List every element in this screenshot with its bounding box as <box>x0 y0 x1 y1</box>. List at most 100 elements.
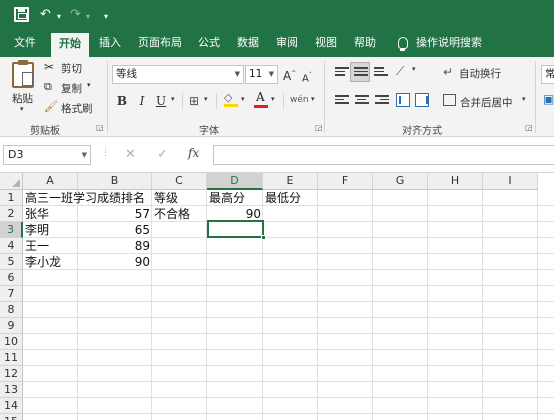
column-header-b[interactable]: B <box>78 173 152 190</box>
row-header-13[interactable]: 13 <box>0 382 23 398</box>
column-header-e[interactable]: E <box>263 173 318 190</box>
font-color-dropdown-icon[interactable]: ▾ <box>271 95 275 103</box>
cell-a3[interactable]: 李明 <box>23 222 51 238</box>
row-header-2[interactable]: 2 <box>0 206 23 222</box>
cell-b4[interactable]: 89 <box>78 238 152 254</box>
alignment-launcher-icon[interactable]: ◲ <box>525 123 533 132</box>
insert-function-icon[interactable]: fx <box>188 146 199 160</box>
tab-view[interactable]: 视图 <box>309 30 343 57</box>
tab-review[interactable]: 审阅 <box>270 30 304 57</box>
align-center-icon[interactable] <box>355 95 369 107</box>
row-header-9[interactable]: 9 <box>0 318 23 334</box>
tab-insert[interactable]: 插入 <box>93 30 127 57</box>
clipboard-launcher-icon[interactable]: ◲ <box>96 123 104 132</box>
grow-font-icon[interactable]: A^ <box>283 66 296 84</box>
drag-handle-icon[interactable]: ⋮ <box>101 148 110 158</box>
spreadsheet-grid[interactable]: ABCDEFGHI 123456789101112131415 高三一班学习成绩… <box>0 173 554 420</box>
fill-handle[interactable] <box>261 235 266 240</box>
merge-center-button[interactable]: 合并后居中 <box>460 95 513 110</box>
cell-b3[interactable]: 65 <box>78 222 152 238</box>
row-header-12[interactable]: 12 <box>0 366 23 382</box>
tab-data[interactable]: 数据 <box>231 30 265 57</box>
copy-dropdown-icon[interactable]: ▾ <box>87 81 91 89</box>
format-painter-icon[interactable]: 🖌 <box>44 99 58 115</box>
wrap-text-button[interactable]: 自动换行 <box>459 66 501 81</box>
decrease-indent-icon[interactable] <box>396 93 410 107</box>
increase-indent-icon[interactable] <box>415 93 429 107</box>
font-launcher-icon[interactable]: ◲ <box>315 123 323 132</box>
column-header-d[interactable]: D <box>207 173 263 190</box>
orientation-icon[interactable]: ⟋ <box>396 63 404 79</box>
row-header-8[interactable]: 8 <box>0 302 23 318</box>
row-header-5[interactable]: 5 <box>0 254 23 270</box>
undo-dropdown-icon[interactable]: ▾ <box>57 7 61 27</box>
column-header-i[interactable]: I <box>483 173 538 190</box>
cell-b5[interactable]: 90 <box>78 254 152 270</box>
font-name-dropdown[interactable]: 等线 ▼ <box>112 65 244 84</box>
phonetic-dropdown-icon[interactable]: ▾ <box>311 95 315 103</box>
fill-color-dropdown-icon[interactable]: ▾ <box>241 95 245 103</box>
enter-icon[interactable]: ✓ <box>157 147 168 162</box>
merge-dropdown-icon[interactable]: ▾ <box>522 95 526 103</box>
borders-icon[interactable]: ⊞ <box>189 93 199 109</box>
column-header-a[interactable]: A <box>23 173 78 190</box>
align-bottom-icon[interactable] <box>374 67 388 79</box>
row-header-14[interactable]: 14 <box>0 398 23 414</box>
row-header-1[interactable]: 1 <box>0 190 23 206</box>
align-top-icon[interactable] <box>335 67 349 79</box>
cell-a2[interactable]: 张华 <box>23 206 51 222</box>
shrink-font-icon[interactable]: Aˇ <box>302 68 312 87</box>
cell-a4[interactable]: 王一 <box>23 238 51 254</box>
copy-icon[interactable]: ⧉ <box>44 79 52 95</box>
undo-icon[interactable]: ↶ <box>40 5 51 25</box>
scissors-icon[interactable]: ✂ <box>44 59 54 75</box>
cut-button[interactable]: 剪切 <box>61 61 82 76</box>
fill-color-icon[interactable]: ◇ <box>224 91 238 108</box>
redo-icon[interactable]: ↷ <box>70 5 81 25</box>
paste-dropdown-icon[interactable]: ▾ <box>20 105 24 113</box>
cell-c2[interactable]: 不合格 <box>152 206 192 222</box>
row-header-4[interactable]: 4 <box>0 238 23 254</box>
format-painter-button[interactable]: 格式刷 <box>61 101 93 116</box>
active-cell[interactable] <box>207 220 264 238</box>
align-left-icon[interactable] <box>335 95 349 107</box>
align-middle-button[interactable] <box>350 62 370 82</box>
tell-me-search[interactable]: 操作说明搜索 <box>416 30 488 57</box>
row-header-15[interactable]: 15 <box>0 414 23 420</box>
cell-c1[interactable]: 等级 <box>152 190 180 206</box>
column-header-h[interactable]: H <box>428 173 483 190</box>
paste-icon[interactable] <box>12 60 34 88</box>
tab-help[interactable]: 帮助 <box>348 30 382 57</box>
phonetic-guide-icon[interactable]: wén <box>290 92 309 108</box>
currency-format-icon[interactable]: ▣ <box>543 91 554 107</box>
font-size-dropdown[interactable]: 11 ▼ <box>245 65 278 84</box>
align-right-icon[interactable] <box>375 95 389 107</box>
italic-icon[interactable]: I <box>136 93 148 109</box>
row-header-3[interactable]: 3 <box>0 222 23 238</box>
name-box[interactable]: D3 ▼ <box>3 145 91 165</box>
save-icon[interactable] <box>14 7 29 22</box>
redo-dropdown-icon[interactable]: ▾ <box>86 7 90 27</box>
tab-file[interactable]: 文件 <box>8 30 42 57</box>
row-header-11[interactable]: 11 <box>0 350 23 366</box>
tab-page-layout[interactable]: 页面布局 <box>133 30 187 57</box>
lightbulb-icon[interactable] <box>398 37 408 51</box>
column-header-g[interactable]: G <box>373 173 428 190</box>
bold-icon[interactable]: B <box>116 93 128 109</box>
cell-e1[interactable]: 最低分 <box>263 190 303 206</box>
select-all-button[interactable] <box>0 173 23 190</box>
tab-formulas[interactable]: 公式 <box>192 30 226 57</box>
cell-d1[interactable]: 最高分 <box>207 190 247 206</box>
cell-a1[interactable]: 高三一班学习成绩排名 <box>23 190 147 206</box>
cell-b2[interactable]: 57 <box>78 206 152 222</box>
wrap-text-icon[interactable]: ↵ <box>443 64 453 80</box>
number-format-dropdown[interactable]: 常 <box>541 65 554 84</box>
cell-a5[interactable]: 李小龙 <box>23 254 63 270</box>
customize-toolbar-icon[interactable]: ▾ <box>104 7 108 27</box>
borders-dropdown-icon[interactable]: ▾ <box>204 95 208 103</box>
underline-icon[interactable]: U <box>155 93 167 109</box>
column-header-f[interactable]: F <box>318 173 373 190</box>
formula-input[interactable] <box>213 145 554 165</box>
underline-dropdown-icon[interactable]: ▾ <box>171 95 175 103</box>
orientation-dropdown-icon[interactable]: ▾ <box>412 65 416 73</box>
